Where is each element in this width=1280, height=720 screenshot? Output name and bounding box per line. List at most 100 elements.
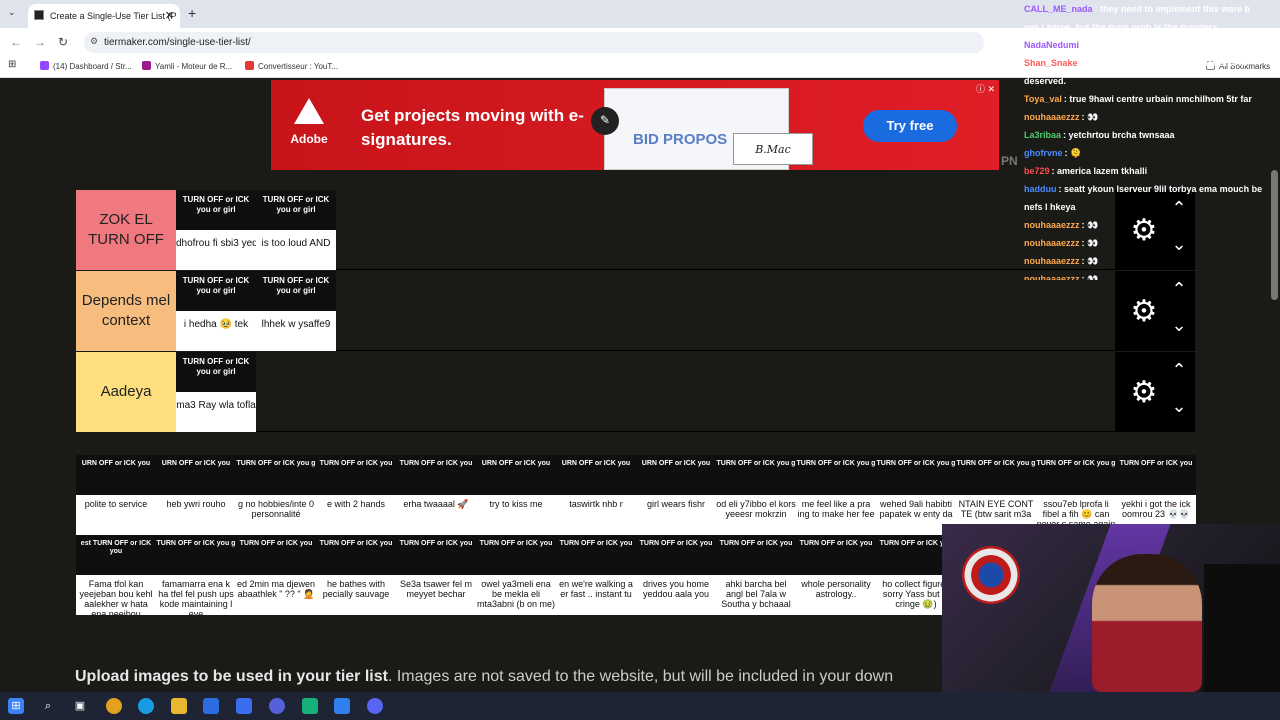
pool-image-card[interactable]: Fama tfol kan yeejeban bou kehl aalekher… bbox=[76, 575, 156, 615]
pool-image-card[interactable]: try to kiss me bbox=[476, 495, 556, 535]
app-icon[interactable] bbox=[302, 698, 318, 714]
move-tier-up-chevron-icon[interactable]: ⌃ bbox=[1167, 279, 1191, 303]
pool-image-card[interactable]: heb ywri rouho bbox=[156, 495, 236, 535]
url-field[interactable]: ⚙ tiermaker.com/single-use-tier-list/ bbox=[84, 32, 984, 53]
bookmark-convertisseur[interactable]: Convertisseur : YouT... bbox=[245, 61, 338, 71]
tier-image-card[interactable]: ma3 Ray wla tofla bbox=[176, 392, 256, 432]
tier-image-card[interactable]: TURN OFF or ICK you or girl bbox=[176, 190, 256, 230]
try-free-button[interactable]: Try free bbox=[863, 110, 957, 142]
move-tier-down-chevron-icon[interactable]: ⌄ bbox=[1167, 396, 1191, 420]
pool-image-card[interactable]: Se3a tsawer fel m meyyet bechar bbox=[396, 575, 476, 615]
pool-image-card[interactable]: TURN OFF or ICK you g bbox=[1036, 455, 1116, 495]
pool-image-card[interactable]: ed 2min ma djewen abaathlek " ?? " 🤦 bbox=[236, 575, 316, 615]
tier-items[interactable]: TURN OFF or ICK you or girl TURN OFF or I… bbox=[176, 190, 1116, 270]
snipping-tool-icon[interactable] bbox=[334, 698, 350, 714]
pool-image-card[interactable]: TURN OFF or ICK you bbox=[1116, 455, 1196, 495]
pool-image-card[interactable]: TURN OFF or ICK you bbox=[396, 535, 476, 575]
chat-message: nouhaaaezzz: 👀 bbox=[1024, 234, 1280, 252]
tier-settings-gear-icon[interactable]: ⚙ bbox=[1127, 295, 1161, 329]
pool-image-card[interactable]: TURN OFF or ICK you g bbox=[876, 455, 956, 495]
pool-image-card[interactable]: polite to service bbox=[76, 495, 156, 535]
pool-image-card[interactable]: TURN OFF or ICK you bbox=[716, 535, 796, 575]
adobe-ad-banner[interactable]: Adobe Get projects moving with e-signatu… bbox=[271, 80, 999, 170]
pool-image-card[interactable]: TURN OFF or ICK you bbox=[236, 535, 316, 575]
pool-image-card[interactable]: en we're walking a er fast .. instant tu bbox=[556, 575, 636, 615]
pool-image-card[interactable]: TURN OFF or ICK you g bbox=[156, 535, 236, 575]
windows-start-icon[interactable]: ⊞ bbox=[8, 698, 24, 714]
pool-image-card[interactable]: drives you home yeddou aala you bbox=[636, 575, 716, 615]
pool-image-card[interactable]: TURN OFF or ICK you bbox=[636, 535, 716, 575]
tier-image-card[interactable]: is too loud AND bbox=[256, 230, 336, 270]
pool-image-card[interactable]: erha twaaaal 🚀 bbox=[396, 495, 476, 535]
close-tab-icon[interactable]: ✕ bbox=[165, 9, 174, 22]
new-tab-icon[interactable]: + bbox=[188, 5, 196, 21]
pool-image-card[interactable]: owel ya3meli ena be mekla eli mta3abni (… bbox=[476, 575, 556, 615]
tier-image-card[interactable]: dhofrou fi sbi3 yed ... raddeeeen bbox=[176, 230, 256, 270]
pool-image-card[interactable]: TURN OFF or ICK you bbox=[796, 535, 876, 575]
tier-row[interactable]: Depends mel context TURN OFF or ICK you o… bbox=[76, 271, 1195, 351]
site-info-icon[interactable]: ⚙ bbox=[90, 36, 98, 47]
pool-image-card[interactable]: ahki barcha bel angl bel 7ala w Southa y… bbox=[716, 575, 796, 615]
tier-items[interactable]: TURN OFF or ICK you or girl ma3 Ray wla t… bbox=[176, 352, 1116, 432]
pool-image-card[interactable]: TURN OFF or ICK you bbox=[396, 455, 476, 495]
ad-choices-icon[interactable]: ⓘ ✕ bbox=[976, 82, 995, 95]
bookmark-dashboard[interactable]: (14) Dashboard / Str... bbox=[40, 61, 132, 71]
chat-message: ghofrvne: 🫠 bbox=[1024, 144, 1280, 162]
tier-image-card[interactable]: TURN OFF or ICK you or girl bbox=[256, 190, 336, 230]
tier-label[interactable]: Aadeya bbox=[76, 352, 176, 432]
mail-icon[interactable] bbox=[236, 698, 252, 714]
tier-image-card[interactable]: TURN OFF or ICK you or girl bbox=[176, 271, 256, 311]
tier-label[interactable]: ZOK EL TURN OFF bbox=[76, 190, 176, 270]
pool-image-card[interactable]: e with 2 hands bbox=[316, 495, 396, 535]
pool-image-card[interactable]: URN OFF or ICK you bbox=[556, 455, 636, 495]
apps-icon[interactable]: ⊞ bbox=[8, 59, 16, 70]
back-icon[interactable]: ← bbox=[10, 35, 22, 49]
task-view-icon[interactable]: ▣ bbox=[72, 698, 88, 714]
pool-image-card[interactable]: taswirtk nhb r bbox=[556, 495, 636, 535]
pool-image-card[interactable]: est TURN OFF or ICK you bbox=[76, 535, 156, 575]
pool-image-card[interactable]: TURN OFF or ICK you g bbox=[716, 455, 796, 495]
tier-image-card[interactable]: i hedha 🥹 tek bbox=[176, 311, 256, 351]
pool-image-card[interactable]: TURN OFF or ICK you bbox=[556, 535, 636, 575]
pool-image-card[interactable]: me feel like a pra ing to make her fee bbox=[796, 495, 876, 535]
move-tier-up-chevron-icon[interactable]: ⌃ bbox=[1167, 360, 1191, 384]
store-icon[interactable] bbox=[203, 698, 219, 714]
media-player-icon[interactable] bbox=[269, 698, 285, 714]
pool-image-card[interactable]: TURN OFF or ICK you g bbox=[956, 455, 1036, 495]
tier-label[interactable]: Depends mel context bbox=[76, 271, 176, 351]
pool-image-card[interactable]: g no hobbies/inte 0 personnalité bbox=[236, 495, 316, 535]
tier-image-card[interactable]: TURN OFF or ICK you or girl bbox=[176, 352, 256, 392]
forward-icon[interactable]: → bbox=[34, 35, 46, 49]
pool-image-card[interactable]: TURN OFF or ICK you g bbox=[236, 455, 316, 495]
pool-image-card[interactable]: he bathes with pecially sauvage bbox=[316, 575, 396, 615]
chrome-icon[interactable] bbox=[106, 698, 122, 714]
tier-image-card[interactable]: TURN OFF or ICK you or girl bbox=[256, 271, 336, 311]
reload-icon[interactable]: ↻ bbox=[58, 35, 68, 49]
chat-username: CALL_ME_nada bbox=[1024, 4, 1093, 14]
move-tier-down-chevron-icon[interactable]: ⌄ bbox=[1167, 315, 1191, 339]
bookmark-yamli[interactable]: Yamli - Moteur de R... bbox=[142, 61, 232, 71]
pool-image-card[interactable]: girl wears fishr bbox=[636, 495, 716, 535]
chat-message: nouhaaaezzz: 👀 bbox=[1024, 270, 1280, 280]
pool-image-card[interactable]: TURN OFF or ICK you bbox=[476, 535, 556, 575]
pool-image-card[interactable]: URN OFF or ICK you bbox=[156, 455, 236, 495]
pool-image-card[interactable]: od eli y7ibbo el kors yeeesr mokrzin bbox=[716, 495, 796, 535]
edge-icon[interactable] bbox=[138, 698, 154, 714]
tier-image-card[interactable]: lhhek w ysaffe9 bbox=[256, 311, 336, 351]
pool-image-card[interactable]: whole personality astrology.. bbox=[796, 575, 876, 615]
pool-image-card[interactable]: URN OFF or ICK you bbox=[476, 455, 556, 495]
tab-search-icon[interactable]: ⌄ bbox=[8, 7, 16, 18]
pool-image-card[interactable]: famamarra ena k ha tfel fel push ups kod… bbox=[156, 575, 236, 615]
search-icon[interactable]: ⌕ bbox=[40, 698, 56, 714]
browser-tab[interactable]: Create a Single-Use Tier List (P ✕ bbox=[28, 4, 180, 28]
pool-image-card[interactable]: URN OFF or ICK you bbox=[76, 455, 156, 495]
pool-image-card[interactable]: TURN OFF or ICK you bbox=[316, 535, 396, 575]
tier-items[interactable]: TURN OFF or ICK you or girl TURN OFF or I… bbox=[176, 271, 1116, 351]
file-explorer-icon[interactable] bbox=[171, 698, 187, 714]
discord-icon[interactable] bbox=[367, 698, 383, 714]
tier-row[interactable]: Aadeya TURN OFF or ICK you or girl ma3 Ray… bbox=[76, 352, 1195, 432]
pool-image-card[interactable]: TURN OFF or ICK you bbox=[316, 455, 396, 495]
pool-image-card[interactable]: URN OFF or ICK you bbox=[636, 455, 716, 495]
tier-settings-gear-icon[interactable]: ⚙ bbox=[1127, 376, 1161, 410]
pool-image-card[interactable]: TURN OFF or ICK you g bbox=[796, 455, 876, 495]
